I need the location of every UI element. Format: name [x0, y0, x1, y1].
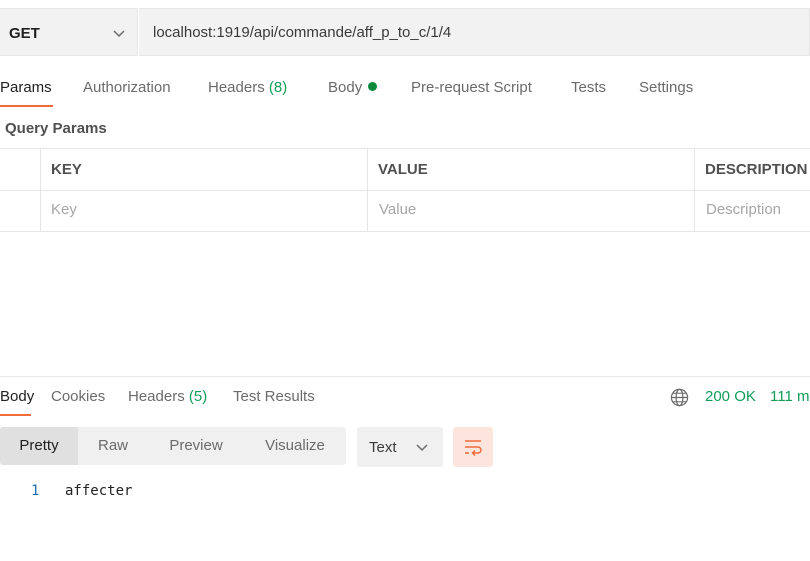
column-header-key: KEY [51, 161, 82, 178]
response-time[interactable]: 111 ms [770, 388, 810, 405]
tab-settings[interactable]: Settings [639, 79, 693, 96]
view-mode-raw[interactable]: Raw [78, 427, 148, 465]
view-mode-segmented-control: Pretty Raw Preview Visualize [0, 427, 346, 465]
response-tab-headers[interactable]: Headers (5) [128, 388, 207, 405]
method-label: GET [9, 25, 40, 42]
response-divider [0, 376, 810, 377]
url-input[interactable]: localhost:1919/api/commande/aff_p_to_c/1… [139, 8, 810, 56]
table-border-top [0, 148, 810, 149]
chevron-down-icon [416, 444, 428, 452]
globe-icon[interactable] [670, 388, 689, 407]
response-tab-test-results[interactable]: Test Results [233, 388, 315, 405]
response-tab-headers-label: Headers [128, 388, 185, 405]
value-input[interactable]: Value [379, 201, 416, 218]
tab-headers-label: Headers [208, 79, 265, 96]
table-divider [40, 148, 41, 232]
wrap-lines-icon [465, 440, 482, 457]
view-mode-visualize[interactable]: Visualize [244, 427, 346, 465]
table-border-mid [0, 190, 810, 191]
response-headers-count-badge: (5) [188, 388, 208, 405]
response-tab-body-underline [0, 414, 31, 416]
description-input[interactable]: Description [706, 201, 781, 218]
query-params-title: Query Params [5, 120, 107, 137]
wrap-lines-button[interactable] [453, 427, 493, 467]
tab-headers[interactable]: Headers (8) [208, 79, 287, 96]
tab-tests[interactable]: Tests [571, 79, 606, 96]
body-indicator-dot [368, 82, 378, 91]
key-input[interactable]: Key [51, 201, 77, 218]
format-label: Text [369, 439, 397, 456]
table-divider [367, 148, 368, 232]
format-select[interactable]: Text [357, 427, 443, 467]
line-number: 1 [31, 483, 40, 499]
url-text: localhost:1919/api/commande/aff_p_to_c/1… [153, 24, 452, 41]
response-body-text: affecter [65, 483, 133, 499]
query-params-table: KEY VALUE DESCRIPTION Key Value Descript… [0, 148, 810, 232]
request-bar: GET localhost:1919/api/commande/aff_p_to… [0, 8, 810, 58]
tab-authorization[interactable]: Authorization [83, 79, 171, 96]
tab-params-underline [0, 105, 53, 107]
table-divider [694, 148, 695, 232]
tab-body[interactable]: Body [328, 79, 378, 96]
column-header-value: VALUE [378, 161, 428, 178]
response-tab-cookies[interactable]: Cookies [51, 388, 105, 405]
view-mode-preview[interactable]: Preview [148, 427, 244, 465]
method-select[interactable]: GET [0, 8, 138, 56]
chevron-down-icon [113, 30, 125, 38]
tab-params[interactable]: Params [0, 79, 52, 96]
view-mode-pretty[interactable]: Pretty [0, 427, 78, 465]
column-header-description: DESCRIPTION [705, 161, 808, 178]
tab-pre-request-script[interactable]: Pre-request Script [411, 79, 532, 96]
headers-count-badge: (8) [268, 79, 288, 96]
response-tab-body[interactable]: Body [0, 388, 34, 405]
tab-body-label: Body [328, 79, 363, 96]
status-code[interactable]: 200 OK [705, 388, 756, 405]
table-border-bottom [0, 231, 810, 232]
